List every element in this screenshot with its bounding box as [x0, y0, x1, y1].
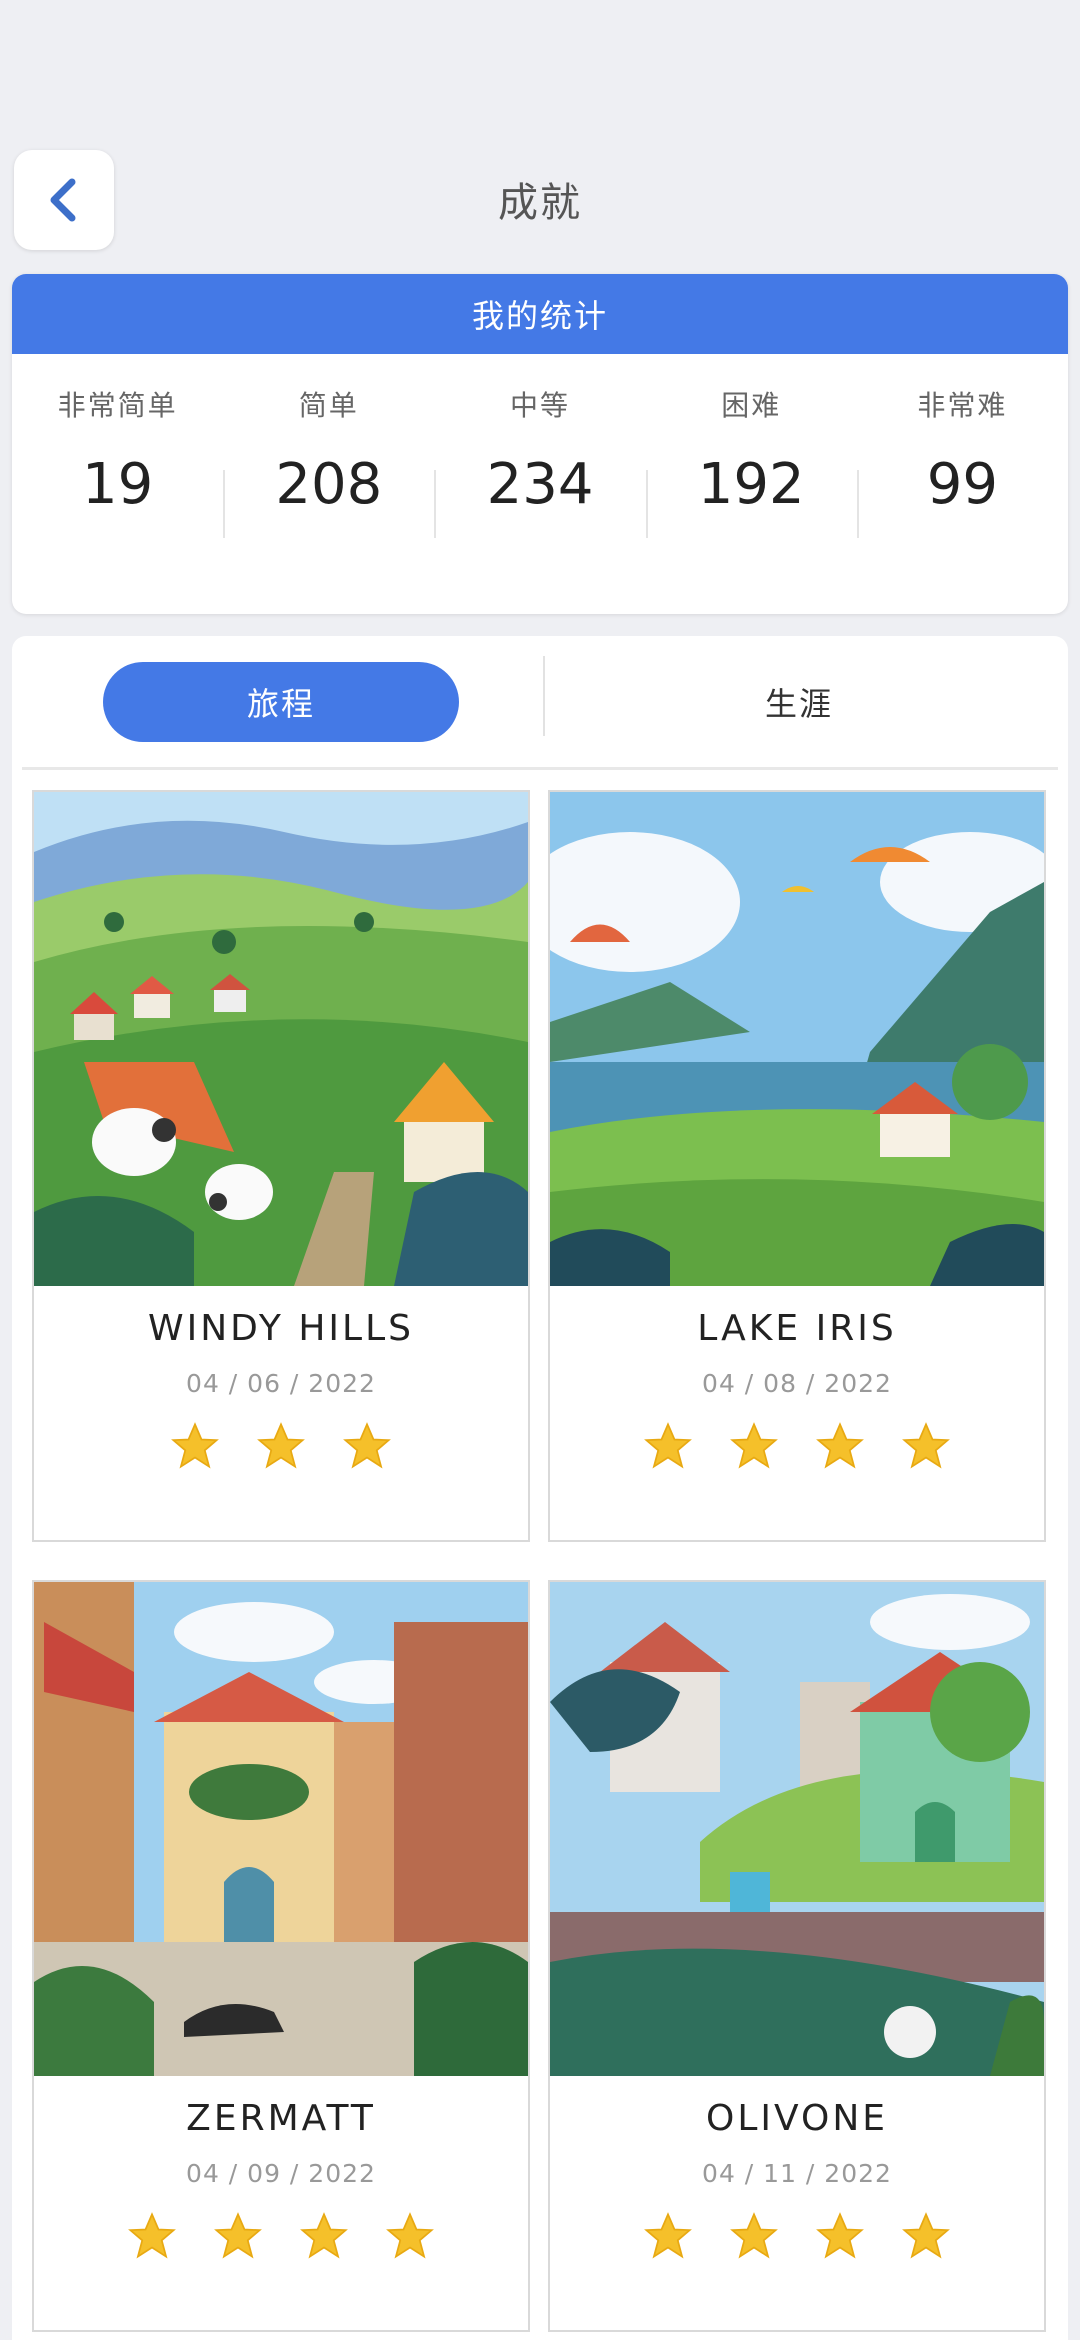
tab-journey[interactable]: 旅程 [22, 661, 540, 742]
level-name: LAKE IRIS [697, 1308, 897, 1349]
tab-label: 生涯 [764, 684, 833, 723]
star-icon [343, 1422, 391, 1469]
star-icon [214, 2212, 262, 2259]
stat-very-hard: 非常难 99 [856, 384, 1068, 538]
level-name: WINDY HILLS [148, 1308, 414, 1349]
level-card-windy-hills[interactable]: WINDY HILLS 04 / 06 / 2022 [32, 790, 530, 1542]
stat-label: 困难 [721, 389, 782, 422]
star-icon [816, 1422, 864, 1469]
stat-label: 非常难 [917, 389, 1008, 422]
star-rating [550, 2210, 1044, 2262]
level-date: 04 / 06 / 2022 [186, 1369, 376, 1398]
star-icon [730, 2212, 778, 2259]
level-date: 04 / 09 / 2022 [186, 2159, 376, 2188]
stat-value: 208 [275, 452, 383, 517]
level-card-olivone[interactable]: OLIVONE 04 / 11 / 2022 [548, 1580, 1046, 2332]
page-title: 成就 [498, 180, 582, 226]
lake-iris-illustration [550, 792, 1044, 1286]
tab-career[interactable]: 生涯 [540, 662, 1058, 742]
stat-value: 99 [926, 452, 999, 517]
star-icon [902, 1422, 950, 1469]
star-rating [550, 1420, 1044, 1472]
stat-very-easy: 非常简单 19 [12, 384, 223, 517]
windy-hills-illustration [34, 792, 528, 1286]
tab-bar: 旅程 生涯 [22, 636, 1058, 770]
star-icon [300, 2212, 348, 2259]
stat-easy: 简单 208 [223, 384, 434, 538]
level-name: ZERMATT [186, 2098, 376, 2139]
level-name: OLIVONE [705, 2098, 888, 2139]
stat-value: 234 [486, 452, 594, 517]
stats-title: 我的统计 [12, 274, 1068, 354]
achievements-panel: 旅程 生涯 WINDY HILLS 04 / 06 / 2022 LAKE IR… [12, 636, 1068, 2340]
star-rating [34, 2210, 528, 2262]
stat-label: 非常简单 [57, 389, 178, 422]
stat-value: 192 [697, 452, 805, 517]
stats-row: 非常简单 19 简单 208 中等 234 困难 192 非常难 99 [12, 354, 1068, 538]
star-icon [257, 1422, 305, 1469]
zermatt-illustration [34, 1582, 528, 2076]
star-icon [128, 2212, 176, 2259]
star-icon [644, 2212, 692, 2259]
tab-divider [543, 656, 545, 736]
level-card-zermatt[interactable]: ZERMATT 04 / 09 / 2022 [32, 1580, 530, 2332]
star-icon [902, 2212, 950, 2259]
stat-label: 中等 [510, 389, 571, 422]
level-card-lake-iris[interactable]: LAKE IRIS 04 / 08 / 2022 [548, 790, 1046, 1542]
star-icon [644, 1422, 692, 1469]
tab-label: 旅程 [103, 661, 459, 742]
star-icon [816, 2212, 864, 2259]
stat-value: 19 [81, 452, 154, 517]
star-icon [386, 2212, 434, 2259]
stat-medium: 中等 234 [434, 384, 645, 538]
olivone-illustration [550, 1582, 1044, 2076]
star-rating [34, 1420, 528, 1472]
star-icon [171, 1422, 219, 1469]
level-date: 04 / 11 / 2022 [702, 2159, 892, 2188]
stat-hard: 困难 192 [645, 384, 857, 538]
stat-label: 简单 [298, 389, 359, 422]
stats-card: 我的统计 非常简单 19 简单 208 中等 234 困难 192 非常难 99 [12, 274, 1068, 614]
star-icon [730, 1422, 778, 1469]
level-date: 04 / 08 / 2022 [702, 1369, 892, 1398]
